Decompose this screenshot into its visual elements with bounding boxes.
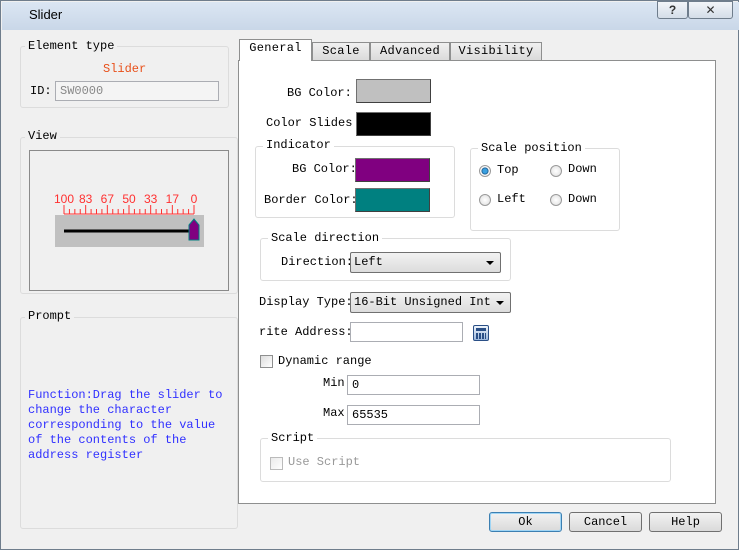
- tab-scale[interactable]: Scale: [312, 42, 370, 61]
- bg-color-button[interactable]: [356, 79, 431, 103]
- script-label: Script: [268, 431, 318, 445]
- indicator-bg-color-label: BG Color:: [292, 162, 357, 176]
- radio-down-label: Down: [568, 162, 597, 176]
- min-field[interactable]: 0: [347, 375, 480, 395]
- scale-label: 33: [144, 192, 158, 206]
- radio-down[interactable]: [550, 165, 562, 177]
- title-bar: [2, 2, 739, 30]
- scale-label: 17: [166, 192, 180, 206]
- scale-label: 67: [101, 192, 115, 206]
- indicator-bg-color-button[interactable]: [355, 158, 430, 182]
- radio-left[interactable]: [479, 194, 491, 206]
- slider-preview: 100 83 67 50 33 17 0: [29, 150, 229, 291]
- prompt-label: Prompt: [25, 309, 75, 323]
- scale-label: 83: [79, 192, 93, 206]
- indicator-label: Indicator: [263, 138, 334, 152]
- radio-down-2[interactable]: [550, 194, 562, 206]
- id-label: ID:: [30, 84, 52, 98]
- scale-position-group: [470, 148, 620, 231]
- tab-general[interactable]: General: [239, 39, 312, 61]
- scale-position-label: Scale position: [478, 141, 585, 155]
- write-address-label: rite Address:: [259, 325, 353, 339]
- dynamic-range-label: Dynamic range: [278, 354, 372, 368]
- slider-preview-svg: 100 83 67 50 33 17 0: [54, 192, 204, 247]
- ok-button[interactable]: Ok: [489, 512, 562, 532]
- write-address-field[interactable]: [350, 322, 463, 342]
- chevron-down-icon: [496, 301, 504, 305]
- scale-label: 50: [122, 192, 136, 206]
- scale-label: 0: [191, 192, 198, 206]
- element-type-value: Slider: [103, 62, 147, 76]
- help-title-button[interactable]: ?: [657, 1, 688, 19]
- bg-color-label: BG Color:: [287, 86, 352, 100]
- id-field[interactable]: SW0000: [55, 81, 219, 101]
- scale-label: 100: [54, 192, 74, 206]
- color-slides-button[interactable]: [356, 112, 431, 136]
- display-type-value: 16-Bit Unsigned Int: [354, 295, 491, 309]
- color-slides-label: Color Slides: [266, 116, 353, 130]
- direction-select[interactable]: Left: [350, 252, 501, 273]
- max-field[interactable]: 65535: [347, 405, 480, 425]
- cancel-button[interactable]: Cancel: [569, 512, 642, 532]
- scale-direction-label: Scale direction: [268, 231, 383, 245]
- use-script-label: Use Script: [288, 455, 361, 469]
- tab-advanced[interactable]: Advanced: [370, 42, 450, 61]
- element-type-label: Element type: [25, 39, 118, 53]
- display-type-select[interactable]: 16-Bit Unsigned Int: [350, 292, 511, 313]
- radio-top-label: Top: [497, 163, 519, 177]
- indicator-border-color-label: Border Color:: [264, 193, 358, 207]
- indicator-border-color-button[interactable]: [355, 188, 430, 212]
- chevron-down-icon: [486, 261, 494, 265]
- close-button[interactable]: ✕: [688, 1, 733, 19]
- prompt-text: Function:Drag the slider to change the c…: [28, 388, 223, 462]
- help-button[interactable]: Help: [649, 512, 722, 532]
- radio-top[interactable]: [479, 165, 491, 177]
- dynamic-range-checkbox[interactable]: [260, 355, 273, 368]
- radio-down-2-label: Down: [568, 192, 597, 206]
- tab-visibility[interactable]: Visibility: [450, 42, 542, 61]
- view-label: View: [25, 129, 60, 143]
- direction-value: Left: [354, 255, 383, 269]
- display-type-label: Display Type:: [259, 295, 353, 309]
- use-script-checkbox[interactable]: [270, 457, 283, 470]
- direction-label: Direction:: [281, 255, 354, 269]
- calculator-icon[interactable]: [473, 325, 489, 341]
- radio-left-label: Left: [497, 192, 526, 206]
- window-title: Slider: [29, 7, 63, 22]
